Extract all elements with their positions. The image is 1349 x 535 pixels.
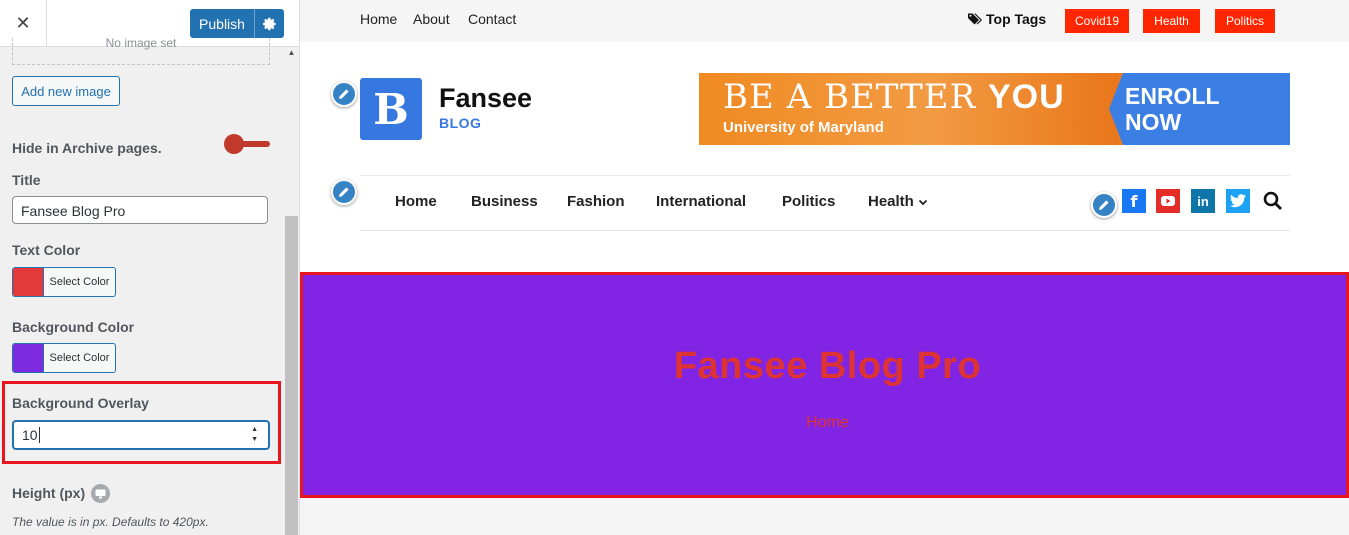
- select-color-label: Select Color: [49, 352, 110, 364]
- nav-home[interactable]: Home: [395, 193, 437, 210]
- add-new-image-button[interactable]: Add new image: [12, 76, 120, 106]
- facebook-icon[interactable]: f: [1122, 189, 1146, 213]
- title-input[interactable]: Fansee Blog Pro: [12, 196, 268, 224]
- youtube-icon[interactable]: [1156, 189, 1180, 213]
- search-icon[interactable]: [1263, 191, 1283, 211]
- nav-fashion[interactable]: Fashion: [567, 193, 625, 210]
- number-spinner[interactable]: ▲ ▼: [251, 425, 258, 445]
- no-image-placeholder: No image set: [12, 38, 270, 65]
- ad-cta-line2: NOW: [1125, 109, 1182, 135]
- ad-banner[interactable]: BE A BETTER YOU University of Maryland E…: [699, 73, 1290, 145]
- overlay-value: 10: [22, 427, 38, 443]
- hide-archive-label: Hide in Archive pages.: [12, 140, 162, 156]
- nav-politics[interactable]: Politics: [782, 193, 835, 210]
- text-color-swatch: [13, 268, 44, 296]
- select-color-label: Select Color: [49, 276, 110, 288]
- background-color-swatch: [13, 344, 44, 372]
- help-icon[interactable]: [91, 484, 110, 503]
- edit-menu-button[interactable]: [331, 179, 357, 205]
- pencil-icon: [339, 89, 349, 99]
- nav-divider-bottom: [360, 230, 1290, 231]
- top-tags-heading: Top Tags: [968, 11, 1046, 27]
- tag-covid19[interactable]: Covid19: [1065, 9, 1129, 33]
- logo-letter: B: [373, 84, 409, 134]
- publish-label: Publish: [199, 15, 245, 32]
- top-link-contact[interactable]: Contact: [468, 11, 516, 27]
- title-label: Title: [12, 172, 41, 188]
- breadcrumb[interactable]: Home: [303, 414, 1349, 432]
- linkedin-icon[interactable]: in: [1191, 189, 1215, 213]
- height-label: Height (px): [12, 485, 86, 501]
- top-link-home[interactable]: Home: [360, 11, 397, 27]
- nav-international[interactable]: International: [656, 193, 746, 210]
- nav-divider-top: [360, 175, 1290, 176]
- text-color-picker[interactable]: Select Color: [12, 267, 116, 297]
- publish-settings-button[interactable]: [255, 17, 284, 31]
- ad-headline-a: BE A BETTER: [723, 77, 988, 117]
- search-magnifier: [1263, 191, 1282, 210]
- background-color-label: Background Color: [12, 319, 135, 335]
- sidebar-scrollbar[interactable]: ▲: [285, 46, 298, 535]
- nav-business[interactable]: Business: [471, 193, 538, 210]
- twitter-icon[interactable]: [1226, 189, 1250, 213]
- ad-subline: University of Maryland: [723, 119, 884, 136]
- ad-left-panel: BE A BETTER YOU University of Maryland: [699, 73, 1119, 145]
- site-title[interactable]: Fansee: [439, 83, 532, 114]
- pencil-icon: [339, 187, 349, 197]
- background-overlay-label: Background Overlay: [12, 395, 149, 411]
- hide-archive-toggle[interactable]: [224, 134, 270, 154]
- ad-cta-panel: ENROLL NOW: [1109, 73, 1290, 145]
- monitor-icon: [95, 489, 106, 498]
- close-icon: ✕: [15, 12, 31, 33]
- tag-health[interactable]: Health: [1143, 9, 1200, 33]
- ad-headline-b: YOU: [988, 78, 1065, 116]
- tags-icon: [968, 13, 982, 25]
- edit-social-button[interactable]: [1091, 192, 1117, 218]
- tag-politics[interactable]: Politics: [1215, 9, 1275, 33]
- gear-icon: [262, 17, 276, 30]
- top-link-about[interactable]: About: [413, 11, 450, 27]
- ad-headline: BE A BETTER YOU: [723, 77, 1065, 117]
- site-logo[interactable]: B: [360, 78, 422, 140]
- ad-cta-line1: ENROLL: [1125, 83, 1220, 109]
- chevron-down-icon: [918, 199, 927, 205]
- youtube-play-icon: [1161, 196, 1175, 206]
- publish-button[interactable]: Publish: [190, 9, 284, 38]
- text-color-label: Text Color: [12, 242, 81, 258]
- nav-health-label: Health: [868, 193, 914, 210]
- top-tags-label: Top Tags: [986, 11, 1047, 27]
- ad-cta: ENROLL NOW: [1125, 83, 1220, 135]
- page-header-banner: Fansee Blog Pro Home: [300, 272, 1349, 498]
- customizer-sidebar: ✕ Publish No image set Add new image Hid…: [0, 0, 300, 535]
- site-tagline: BLOG: [439, 115, 482, 131]
- height-description: The value is in px. Defaults to 420px.: [12, 515, 209, 529]
- page-header-title: Fansee Blog Pro: [673, 345, 982, 387]
- twitter-bird-icon: [1230, 194, 1246, 208]
- pencil-icon: [1099, 200, 1109, 210]
- site-preview: Home About Contact Top Tags Covid19 Heal…: [300, 0, 1349, 535]
- top-bar: Home About Contact Top Tags Covid19 Heal…: [300, 0, 1349, 42]
- preview-content-area: [300, 498, 1349, 535]
- scroll-up-arrow-icon[interactable]: ▲: [285, 48, 298, 58]
- scrollbar-thumb[interactable]: [285, 216, 298, 535]
- edit-logo-button[interactable]: [331, 81, 357, 107]
- no-image-text: No image set: [105, 38, 177, 50]
- text-caret: [38, 427, 40, 443]
- background-overlay-input[interactable]: 10 ▲ ▼: [12, 420, 270, 450]
- toggle-knob: [224, 134, 244, 154]
- background-color-picker[interactable]: Select Color: [12, 343, 116, 373]
- nav-health[interactable]: Health: [868, 193, 928, 210]
